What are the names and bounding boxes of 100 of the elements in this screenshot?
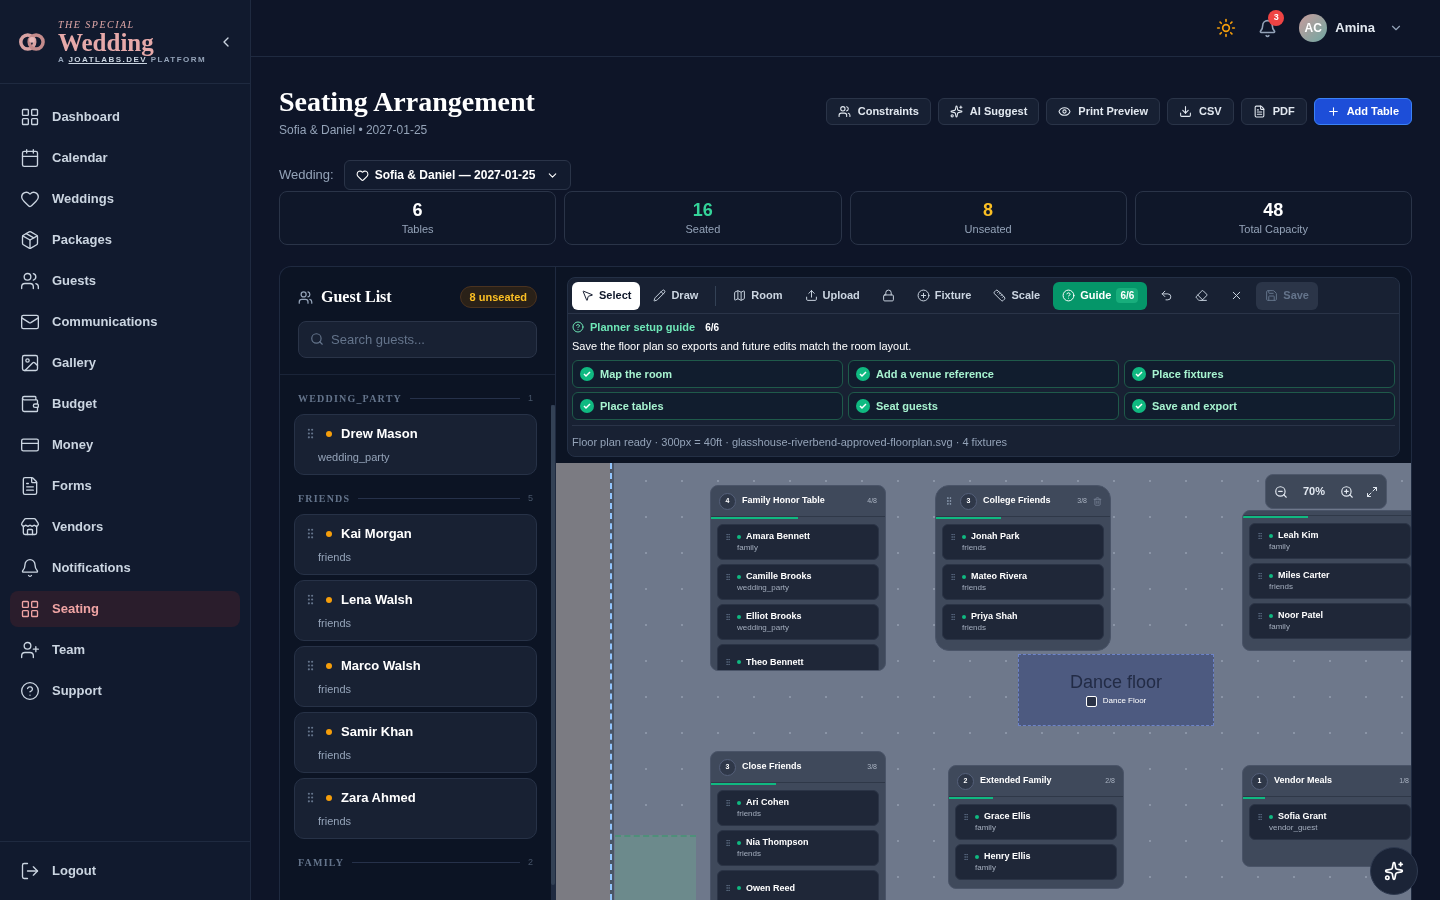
guest-card[interactable]: Lena Walsh friends — [294, 580, 537, 641]
guest-name: Marco Walsh — [341, 657, 421, 675]
drag-handle-icon — [944, 496, 954, 506]
eye-icon — [1058, 105, 1072, 118]
nav-item[interactable]: Packages — [10, 222, 240, 258]
avatar: AC — [1299, 14, 1328, 42]
wedding-label: Wedding: — [279, 166, 334, 185]
nav-item[interactable]: Calendar — [10, 140, 240, 176]
drag-handle-icon — [962, 852, 970, 861]
stat-value: 6 — [412, 198, 423, 221]
tool-button[interactable]: Select — [572, 281, 641, 310]
guest-card[interactable]: Drew Mason wedding_party — [294, 414, 537, 475]
guest-name: Lena Walsh — [341, 591, 413, 609]
people-icon — [20, 271, 40, 291]
nav-item[interactable]: Gallery — [10, 345, 240, 381]
notification-badge: 3 — [1268, 9, 1285, 26]
guest-card[interactable]: Samir Khan friends — [294, 712, 537, 773]
guest-name: Noor Patel — [1278, 611, 1323, 620]
nav-item[interactable]: Communications — [10, 304, 240, 340]
seated-guest[interactable]: Owen Reed — [717, 870, 879, 900]
upload-icon — [804, 289, 818, 302]
seated-guest[interactable]: Miles Carter friends — [1249, 563, 1411, 599]
ruler-icon — [993, 289, 1007, 302]
logout-button[interactable]: Logout — [20, 861, 97, 881]
stat-label: Unseated — [964, 221, 1012, 237]
seated-guest[interactable]: Elliot Brooks wedding_party — [717, 604, 879, 640]
tool-button[interactable]: Room — [724, 281, 792, 310]
theme-toggle-icon[interactable] — [1216, 18, 1237, 38]
group-label: WEDDING_PARTY — [298, 392, 402, 406]
seated-guest[interactable]: Grace Ellis family — [955, 804, 1117, 840]
plus-circle-icon — [916, 289, 930, 302]
square-icon — [1085, 695, 1097, 707]
search-field[interactable]: Search guests... — [298, 321, 537, 358]
tool-button[interactable]: Scale — [984, 281, 1050, 310]
guest-name: Miles Carter — [1278, 571, 1330, 580]
fullscreen-button[interactable] — [1366, 485, 1378, 498]
guest-name: Samir Khan — [341, 723, 414, 741]
seated-guest[interactable]: Mateo Rivera friends — [942, 564, 1104, 600]
guest-card[interactable]: Kai Morgan friends — [294, 514, 537, 575]
add-user-icon — [20, 640, 40, 660]
seated-guest[interactable]: Sofia Grant vendor_guest — [1249, 804, 1411, 840]
zoom-in-button[interactable] — [1340, 484, 1354, 499]
action-button[interactable]: PDF — [1240, 98, 1307, 125]
guest-group: friends — [724, 850, 878, 858]
wedding-select[interactable]: Sofia & Daniel — 2027-01-25 — [343, 160, 572, 190]
guest-group: friends — [949, 584, 1103, 592]
drag-handle-icon — [724, 572, 732, 581]
seated-guest[interactable]: Theo Bennett — [717, 644, 879, 670]
tool-button[interactable]: Upload — [795, 281, 869, 310]
dance-floor[interactable]: Dance floor Dance Floor — [1018, 654, 1214, 726]
drag-handle-icon — [1256, 531, 1264, 540]
heart-icon — [20, 189, 40, 209]
nav-item[interactable]: Weddings — [10, 181, 240, 217]
group-count: 2 — [528, 855, 533, 869]
logout-icon — [20, 861, 40, 881]
action-button[interactable]: Add Table — [1313, 98, 1412, 125]
stat-value: 16 — [692, 198, 713, 221]
drag-handle-icon — [724, 798, 732, 807]
user-menu[interactable]: AC Amina — [1299, 14, 1403, 42]
mail-icon — [20, 312, 40, 332]
table-card[interactable]: Leah Kim family Miles Carter friends Noor Patel family — [1242, 510, 1411, 651]
guest-card[interactable]: Zara Ahmed friends — [294, 778, 537, 839]
store-icon — [20, 517, 40, 537]
nav-item[interactable]: Support — [10, 673, 240, 709]
guest-group: vendor_guest — [1256, 824, 1410, 832]
seated-guest[interactable]: Nia Thompson friends — [717, 830, 879, 866]
guest-card[interactable]: Marco Walsh friends — [294, 646, 537, 707]
trash-icon — [1093, 496, 1102, 506]
nav-item[interactable]: Vendors — [10, 509, 240, 545]
seated-guest[interactable]: Ari Cohen friends — [717, 790, 879, 826]
nav-item[interactable]: Team — [10, 632, 240, 668]
nav-item[interactable]: Budget — [10, 386, 240, 422]
seated-guest[interactable]: Jonah Park friends — [942, 524, 1104, 560]
seated-guest[interactable]: Priya Shah friends — [942, 604, 1104, 640]
nav-item[interactable]: Dashboard — [10, 99, 240, 135]
action-button[interactable]: AI Suggest — [937, 98, 1040, 125]
seated-guest[interactable]: Noor Patel family — [1249, 603, 1411, 639]
nav-item[interactable]: Guests — [10, 263, 240, 299]
wallet-icon — [20, 394, 40, 414]
nav-item[interactable]: Forms — [10, 468, 240, 504]
tool-button[interactable]: Draw — [644, 281, 708, 310]
seated-guest[interactable]: Amara Bennett family — [717, 524, 879, 560]
nav-item[interactable]: Notifications — [10, 550, 240, 586]
guest-name: Zara Ahmed — [341, 789, 416, 807]
action-button[interactable]: Constraints — [825, 98, 931, 125]
seated-guest[interactable]: Leah Kim family — [1249, 523, 1411, 559]
tool-button[interactable]: Fixture — [907, 281, 981, 310]
drag-handle-icon — [949, 532, 957, 541]
guest-name: Ari Cohen — [746, 798, 789, 807]
zoom-out-button[interactable] — [1274, 484, 1288, 499]
nav-item[interactable]: Money — [10, 427, 240, 463]
guest-group: family — [1256, 623, 1410, 631]
guide-button[interactable]: Guide 6/6 — [1053, 281, 1148, 310]
seated-guest[interactable]: Camille Brooks wedding_party — [717, 564, 879, 600]
drag-handle-icon — [724, 884, 732, 892]
notifications-icon[interactable] — [1258, 18, 1278, 38]
action-button[interactable]: Print Preview — [1046, 98, 1160, 125]
action-button[interactable]: CSV — [1167, 98, 1234, 125]
seated-guest[interactable]: Henry Ellis family — [955, 844, 1117, 880]
nav-item[interactable]: Seating — [10, 591, 240, 627]
